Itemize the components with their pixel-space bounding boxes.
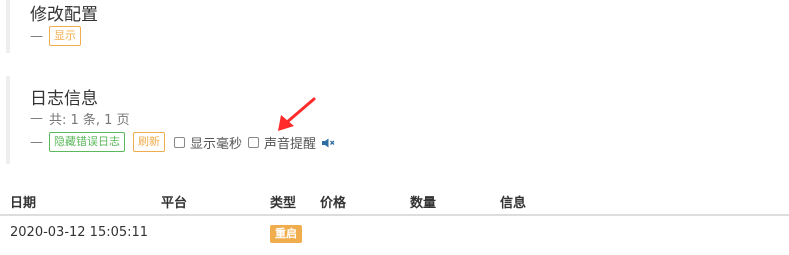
sound-alert-label: 声音提醒 [264, 136, 317, 152]
show-ms-checkbox[interactable] [174, 136, 185, 148]
sound-alert-checkbox[interactable] [248, 136, 260, 148]
config-section: 修改配置 — 显示 [6, 0, 789, 53]
speaker-muted-icon[interactable] [322, 133, 336, 152]
log-title: 日志信息 [30, 89, 98, 109]
log-controls-row: — 隐藏错误日志 刷新 显示毫秒 声音提醒 [30, 132, 336, 152]
annotation-arrow [278, 97, 316, 131]
config-title: 修改配置 [30, 5, 98, 25]
log-summary-row: — 共: 1 条, 1 页 [30, 109, 130, 128]
header-date: 日期 [10, 196, 37, 211]
header-amount: 数量 [410, 196, 437, 211]
cell-date: 2020-03-12 15:05:11 [10, 225, 149, 240]
header-price: 价格 [320, 196, 347, 211]
log-section: 日志信息 — 共: 1 条, 1 页 — 隐藏错误日志 刷新 显示毫秒 声音提醒 [6, 76, 789, 164]
config-row: — 显示 [30, 26, 81, 46]
show-config-button[interactable]: 显示 [49, 26, 81, 46]
type-badge: 重启 [270, 225, 302, 243]
refresh-button[interactable]: 刷新 [133, 132, 165, 152]
header-platform: 平台 [161, 196, 188, 211]
log-summary-dash: — [30, 111, 43, 126]
header-info: 信息 [500, 196, 527, 211]
hide-error-log-button[interactable]: 隐藏错误日志 [49, 132, 125, 152]
table-row: 2020-03-12 15:05:11 重启 [0, 216, 789, 250]
log-table-header: 日期 平台 类型 价格 数量 信息 [0, 189, 789, 216]
show-ms-label: 显示毫秒 [190, 136, 243, 152]
log-controls-dash: — [30, 134, 43, 150]
header-type: 类型 [270, 196, 297, 211]
config-dash: — [30, 28, 43, 44]
log-summary: 共: 1 条, 1 页 [49, 113, 130, 128]
